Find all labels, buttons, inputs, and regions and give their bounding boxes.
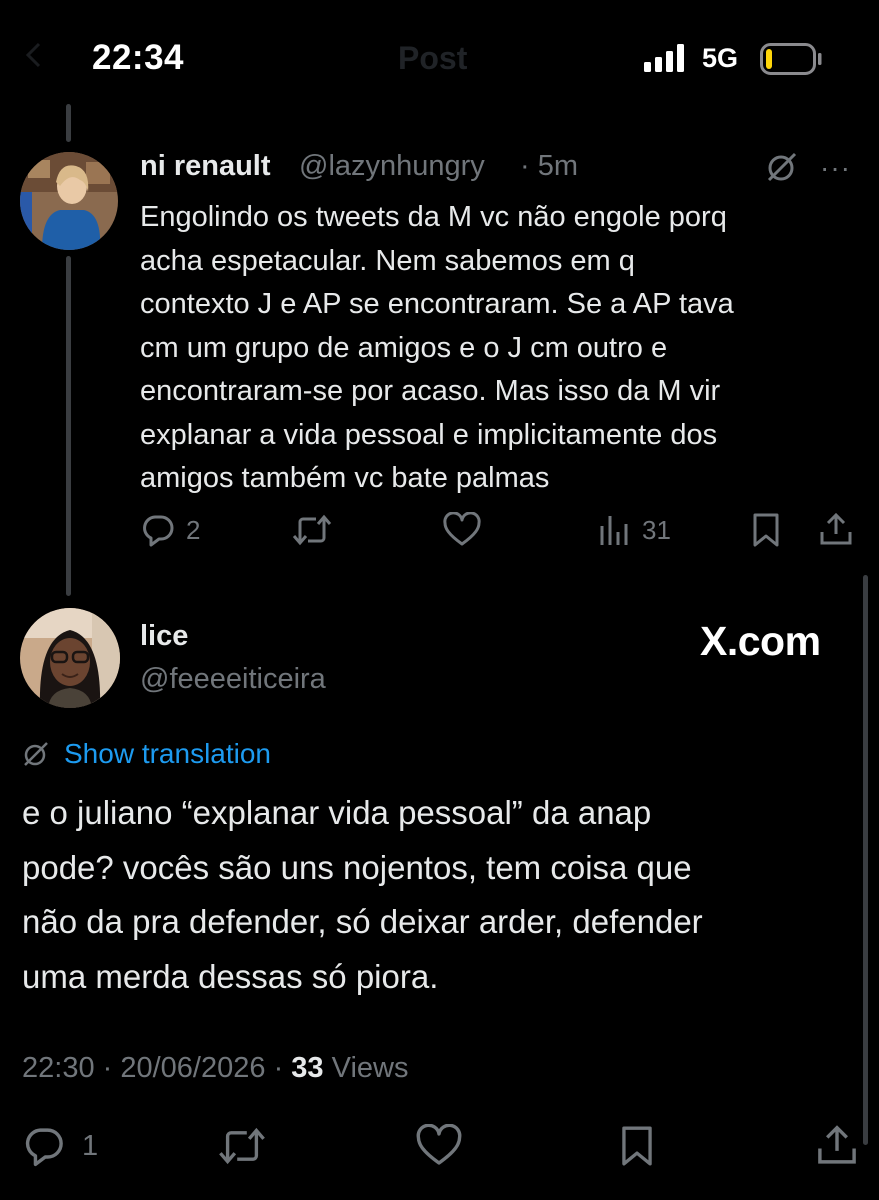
parent-timestamp[interactable]: · 5m	[520, 150, 578, 183]
views-count-main[interactable]: 33	[291, 1052, 323, 1085]
meta-time[interactable]: 22:30	[22, 1052, 95, 1085]
network-label: 5G	[702, 43, 739, 73]
meta-separator: ·	[94, 1052, 121, 1084]
share-button[interactable]	[818, 512, 854, 548]
share-icon	[820, 512, 852, 545]
like-button[interactable]	[443, 512, 481, 548]
grok-icon[interactable]	[765, 150, 799, 184]
scrollbar[interactable]	[863, 575, 868, 1145]
share-icon	[818, 1125, 856, 1164]
main-author-handle[interactable]: @feeeeiticeira	[140, 663, 326, 696]
views-button[interactable]: 31	[598, 512, 671, 548]
retweet-icon	[292, 514, 332, 546]
retweet-button[interactable]	[292, 512, 332, 548]
retweet-button-main[interactable]	[218, 1124, 266, 1168]
parent-author-handle[interactable]: @lazynhungry	[299, 150, 485, 183]
bookmark-button[interactable]	[750, 512, 782, 548]
like-icon	[443, 512, 481, 546]
meta-date[interactable]: 20/06/2026	[120, 1052, 265, 1085]
thread-line-top	[66, 104, 71, 142]
battery-icon	[760, 43, 822, 75]
retweet-icon	[219, 1127, 265, 1165]
xcom-watermark: X.com	[700, 618, 821, 664]
status-time: 22:34	[92, 38, 185, 77]
thread-line	[66, 256, 71, 596]
bookmark-icon	[753, 513, 779, 547]
parent-author-name[interactable]: ni renault	[140, 150, 271, 183]
views-count: 31	[642, 514, 671, 545]
show-translation-link[interactable]: Show translation	[64, 738, 271, 770]
bookmark-icon	[622, 1126, 652, 1166]
views-icon	[600, 516, 628, 545]
main-tweet-text: e o juliano “explanar vida pessoal” da a…	[22, 794, 703, 995]
like-button-main[interactable]	[416, 1124, 462, 1168]
reply-count-main: 1	[82, 1129, 99, 1162]
reply-button[interactable]: 2	[140, 512, 200, 548]
back-icon[interactable]	[24, 42, 42, 68]
reply-icon	[25, 1128, 63, 1167]
bookmark-button-main[interactable]	[618, 1124, 656, 1168]
page-title: Post	[398, 40, 468, 76]
translate-icon	[24, 742, 48, 766]
main-author-name[interactable]: lice	[140, 620, 188, 653]
reply-icon	[143, 515, 174, 547]
parent-tweet-text: Engolindo os tweets da M vc não engole p…	[140, 201, 734, 494]
avatar-main[interactable]	[20, 608, 120, 708]
signal-icon	[644, 44, 684, 72]
share-button-main[interactable]	[815, 1124, 859, 1168]
like-icon	[416, 1124, 462, 1165]
reply-button-main[interactable]: 1	[22, 1124, 98, 1168]
avatar-parent[interactable]	[20, 152, 118, 250]
tweet-meta: 22:30 · 20/06/2026 · 33 Views	[22, 1052, 408, 1085]
translate-row[interactable]: Show translation	[22, 738, 271, 770]
more-icon[interactable]: ···	[820, 152, 851, 184]
meta-separator: ·	[265, 1052, 292, 1084]
reply-count: 2	[186, 514, 201, 545]
views-label: Views	[323, 1052, 409, 1084]
